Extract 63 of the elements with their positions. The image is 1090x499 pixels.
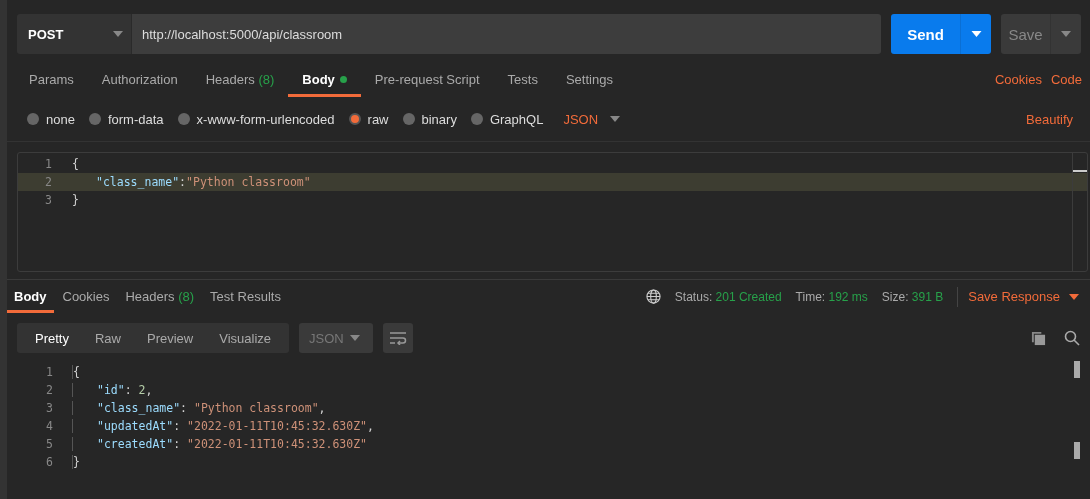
response-tab[interactable]: Headers (8) [118,280,202,313]
caret-icon [1069,293,1079,300]
caret-icon [113,31,123,37]
request-tab[interactable]: Authorization [87,72,192,97]
wrap-button[interactable] [383,323,414,353]
search-icon[interactable] [1064,330,1080,346]
save-response-button[interactable]: Save Response [968,289,1079,304]
response-tab[interactable]: Test Results [203,280,288,313]
body-type-radio[interactable]: raw [348,111,389,127]
body-type-radio[interactable]: none [27,111,75,127]
line-number: 1 [45,365,54,379]
view-mode-tab[interactable]: Pretty [22,323,82,353]
line-number: 6 [45,455,54,469]
send-button[interactable]: Send [891,14,991,54]
caret-icon [970,31,982,37]
request-body-editor[interactable]: 1 { 2 "class_name":"Python classroom" 3 } [17,152,1088,272]
response-tab[interactable]: Cookies [55,280,117,313]
code-line: } [71,193,79,207]
caret-icon [610,116,621,122]
line-number: 2 [44,175,53,189]
url-field[interactable]: http://localhost:5000/api/classroom [132,14,881,54]
copy-icon[interactable] [1031,330,1046,346]
line-number: 3 [45,401,54,415]
request-tab[interactable]: Headers (8) [191,72,289,97]
view-mode-tab[interactable]: Preview [134,323,207,353]
code-line: "id": 2, [72,383,153,397]
code-line: "class_name":"Python classroom" [95,175,311,189]
body-type-radio[interactable]: form-data [88,111,164,127]
request-tab[interactable]: Pre-request Script [360,72,494,97]
code-line: "class_name": "Python classroom", [72,401,326,415]
code-line: "createdAt": "2022-01-11T10:45:32.630Z" [72,437,368,451]
code-line: { [72,365,80,379]
line-number: 4 [45,419,54,433]
wrap-lines-icon [389,331,408,345]
header-link[interactable]: Code [1050,72,1082,87]
format-dropdown[interactable]: JSON [563,111,621,127]
request-tab[interactable]: Settings [551,72,627,97]
line-number: 2 [45,383,54,397]
caret-icon [1061,31,1071,37]
status-text: Size: 391 B [881,289,944,304]
code-line: } [72,455,80,469]
beautify-link[interactable]: Beautify [1026,111,1073,127]
code-line: "updatedAt": "2022-01-11T10:45:32.630Z", [72,419,374,433]
caret-icon [350,335,361,341]
globe-icon[interactable] [645,289,661,304]
scrollbar[interactable] [1074,361,1080,461]
code-line: { [71,157,79,171]
body-type-radio[interactable]: x-www-form-urlencoded [177,111,335,127]
request-tab[interactable]: Tests [493,72,552,97]
body-type-radio[interactable]: GraphQL [470,111,544,127]
status-text: Status: 201 Created [674,289,782,304]
response-tab[interactable]: Body [7,280,54,313]
method-dropdown[interactable]: POST [17,14,132,54]
request-tab[interactable]: Params [15,72,88,97]
header-link[interactable]: Cookies [994,72,1042,87]
line-number: 5 [45,437,54,451]
view-mode-tab[interactable]: Visualize [206,323,285,353]
view-mode-tab[interactable]: Raw [81,323,134,353]
line-number: 3 [44,193,53,207]
request-tab[interactable]: Body [288,72,361,97]
line-number: 1 [44,157,53,171]
status-text: Time: 192 ms [795,289,868,304]
body-type-radio[interactable]: binary [402,111,457,127]
